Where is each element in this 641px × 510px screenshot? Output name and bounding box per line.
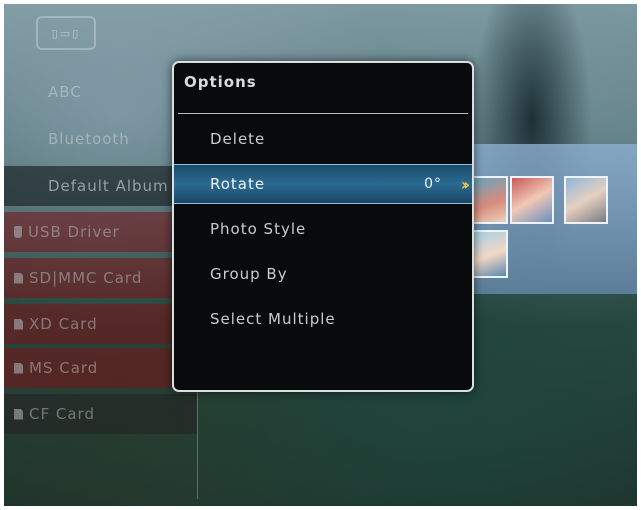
option-rotate[interactable]: Rotate 0° ›› [174,164,472,204]
card-icon [14,272,23,284]
dialog-title: Options [184,73,257,91]
options-dialog: Options Delete Rotate 0° ›› Photo Style … [172,61,474,392]
card-icon [14,318,23,330]
usb-icon [14,226,22,238]
dialog-divider [178,113,468,114]
option-photo-style[interactable]: Photo Style [174,209,472,249]
menu-item-label: CF Card [29,405,95,423]
photo-thumbnail[interactable] [510,176,554,224]
menu-item-default-album[interactable]: Default Album [4,166,197,206]
menu-item-label: ABC [48,83,82,101]
option-label: Select Multiple [210,310,336,328]
option-select-multiple[interactable]: Select Multiple [174,299,472,339]
menu-item-ms-card[interactable]: MS Card [4,348,197,388]
photo-thumbnail[interactable] [564,176,608,224]
option-group-by[interactable]: Group By [174,254,472,294]
menu-item-bluetooth[interactable]: Bluetooth [4,119,197,159]
menu-item-label: Default Album [48,177,169,195]
source-menu: ABC Bluetooth Default Album USB Driver S… [4,4,200,506]
menu-item-xd-card[interactable]: XD Card [4,304,197,344]
menu-item-label: USB Driver [28,223,120,241]
option-label: Group By [210,265,288,283]
option-delete[interactable]: Delete [174,119,472,159]
menu-item-label: XD Card [29,315,98,333]
option-label: Photo Style [210,220,307,238]
menu-item-sd-mmc-card[interactable]: SD|MMC Card [4,258,197,298]
menu-item-usb-driver[interactable]: USB Driver [4,212,197,252]
card-icon [14,408,23,420]
menu-item-abc[interactable]: ABC [4,72,197,112]
photo-frame-screen: ▯▭▯ ABC Bluetooth Default Album USB Driv… [4,4,637,506]
menu-item-label: MS Card [29,359,99,377]
menu-item-label: SD|MMC Card [29,269,143,287]
option-label: Rotate [210,175,266,193]
double-chevron-right-icon: ›› [460,174,470,194]
rotate-value: 0° [424,176,442,192]
menu-item-label: Bluetooth [48,130,130,148]
option-label: Delete [210,130,266,148]
card-icon [14,362,23,374]
menu-item-cf-card[interactable]: CF Card [4,394,197,434]
